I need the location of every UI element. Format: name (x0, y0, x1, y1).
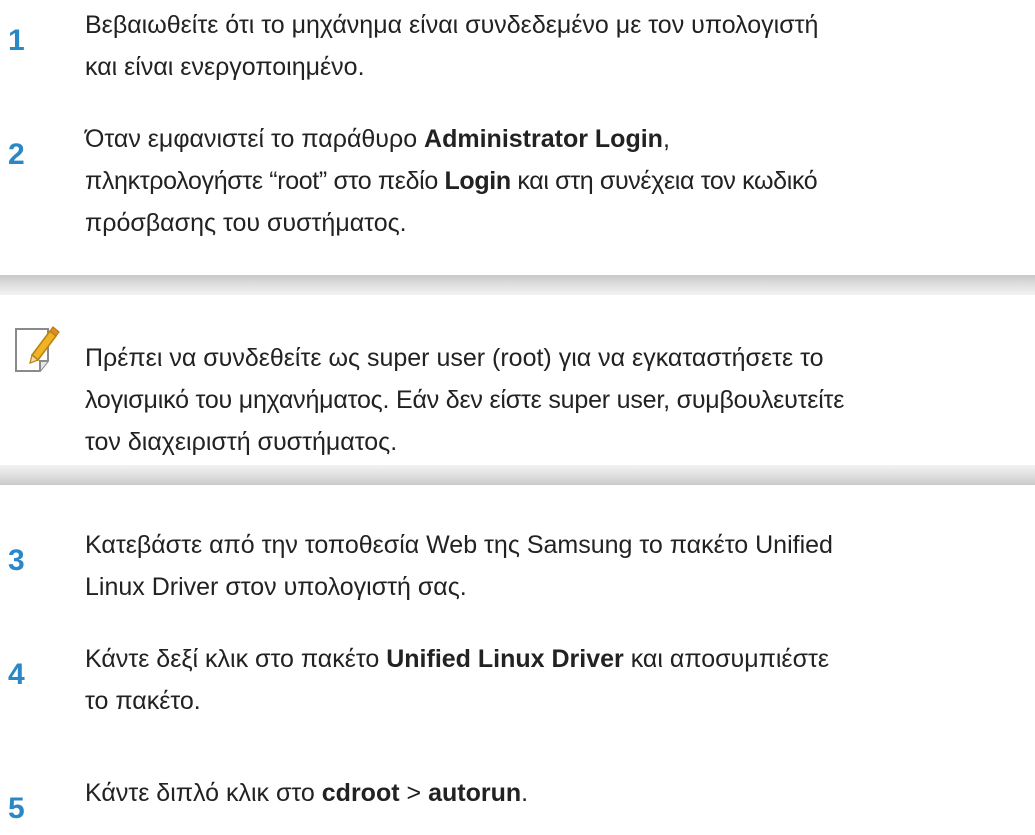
step-line: Κατεβάστε από την τοποθεσία Web της Sams… (85, 531, 833, 559)
step-text: Κάντε δεξί κλικ στο πακέτο Unified Linux… (85, 638, 1030, 722)
step-number: 2 (8, 138, 25, 171)
step-text: Κάντε διπλό κλικ στο cdroot > autorun. (85, 772, 1030, 814)
step-line: το πακέτο. (85, 687, 201, 715)
note-text: Πρέπει να συνδεθείτε ως super user (root… (85, 337, 1030, 463)
step-line: πρόσβασης του συστήματος. (85, 209, 407, 237)
step-number: 4 (8, 658, 25, 691)
step-line: πληκτρολογήστε “root” στο πεδίο Login κα… (85, 167, 818, 195)
note-bottom-bar (0, 465, 1035, 485)
note-box: Πρέπει να συνδεθείτε ως super user (root… (0, 275, 1035, 485)
note-pencil-icon (10, 325, 60, 375)
step-number: 5 (8, 792, 25, 825)
note-line: Πρέπει να συνδεθείτε ως super user (root… (85, 344, 824, 372)
step-line: Βεβαιωθείτε ότι το μηχάνημα είναι συνδεδ… (85, 11, 819, 39)
note-line: τον διαχειριστή συστήματος. (85, 428, 398, 456)
step-line: Κάντε διπλό κλικ στο cdroot > autorun. (85, 779, 529, 807)
note-top-bar (0, 275, 1035, 295)
step-line: Κάντε δεξί κλικ στο πακέτο Unified Linux… (85, 645, 830, 673)
step-text: Βεβαιωθείτε ότι το μηχάνημα είναι συνδεδ… (85, 4, 1030, 88)
step-line: Linux Driver στον υπολογιστή σας. (85, 573, 467, 601)
step-number: 3 (8, 544, 25, 577)
step-line: Όταν εμφανιστεί το παράθυρο Administrato… (85, 125, 670, 153)
step-text: Κατεβάστε από την τοποθεσία Web της Sams… (85, 524, 1030, 608)
step-line: και είναι ενεργοποιημένο. (85, 53, 365, 81)
step-number: 1 (8, 24, 25, 57)
step-text: Όταν εμφανιστεί το παράθυρο Administrato… (85, 118, 1030, 244)
note-line: λογισμικό του μηχανήματος. Εάν δεν είστε… (85, 386, 845, 414)
